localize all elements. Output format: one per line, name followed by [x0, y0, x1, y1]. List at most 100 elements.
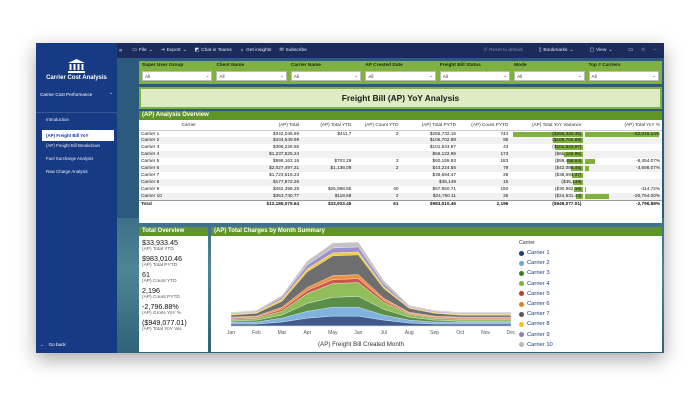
table-cell: Carrier 3 [141, 144, 160, 150]
nav-page-item[interactable]: (AP) Freight Bill YoY [42, 130, 114, 141]
table-row[interactable]: Carrier 6 $2,027,497.31 $1,138.09 2 $43,224.… [139, 165, 662, 172]
column-header[interactable]: (AP) Total YoY % [583, 120, 662, 131]
slicer: Client Name All ⌄ [216, 63, 287, 82]
table-row[interactable]: Carrier 2 $434,549.99 $106,702.88 95 ($106,7… [139, 137, 662, 145]
x-tick-label: May [328, 330, 338, 336]
table-cell: 40 [393, 185, 399, 191]
table-cell: 15 [457, 178, 511, 186]
comment-icon[interactable]: ▭ [628, 48, 633, 53]
slicer-dropdown[interactable]: All ⌄ [439, 71, 511, 81]
table-row[interactable]: Carrier 5 $999,163.16 $703.29 3 $60,159.93 18… [139, 158, 662, 165]
slicer-dropdown[interactable]: All ⌄ [365, 71, 436, 81]
export-menu[interactable]: ⇥ Export ⌄ [161, 48, 187, 53]
chevron-down-icon: ⌄ [279, 73, 284, 78]
nav-page-item[interactable]: Raw Charge Analysis [46, 169, 88, 174]
slicer-dropdown[interactable]: All ⌄ [142, 71, 213, 81]
table-cell: 43 [503, 144, 509, 150]
table-row[interactable]: Carrier 9 $452,398.29 $26,988.55 40 $57,950.… [139, 186, 662, 193]
bookmarks-menu[interactable]: ▯ Bookmarks ⌄ [539, 48, 574, 53]
file-menu[interactable]: ▭ File ⌄ [132, 48, 152, 53]
slicer: Super User Group All ⌄ [142, 63, 213, 82]
column-header[interactable]: Carrier [139, 120, 239, 131]
nav-page-item[interactable]: (AP) Freight Bill Breakdown [46, 143, 100, 148]
legend-item[interactable]: Carrier 8 [519, 319, 659, 329]
variance-cell: ($255,320.45) [510, 130, 583, 137]
cell-value: ($24,631.43) [554, 192, 582, 198]
column-header[interactable]: (AP) Count YTD [353, 120, 401, 131]
chevron-down-icon: ⌄ [569, 48, 574, 53]
cell-value: -3,698.07% [636, 165, 660, 171]
x-tick-label: Sep [430, 330, 439, 336]
column-header[interactable]: (AP) Count PYTD [457, 120, 511, 131]
reset-to-default-button[interactable]: ↺ Reset to default [483, 48, 523, 53]
nav-group-header[interactable]: Carrier Cost Performance ⌃ [40, 92, 113, 98]
table-cell: $101,543.97 [429, 144, 456, 150]
mail-icon: ✉ [279, 48, 284, 53]
legend-item[interactable]: Carrier 6 [519, 299, 659, 309]
column-header[interactable]: (AP) Total PYTD [400, 120, 458, 131]
slicer-value: All [368, 73, 374, 79]
legend-item[interactable]: Carrier 4 [519, 279, 659, 289]
column-header[interactable]: (AP) Total [238, 120, 302, 131]
chevron-down-icon: ⌄ [182, 48, 187, 53]
column-header[interactable]: (AP) Total YoY Variance [510, 120, 584, 131]
star-icon[interactable]: ☆ [641, 48, 645, 53]
nav-page-item[interactable]: Fuel Surcharge Analysis [46, 156, 93, 161]
legend-item[interactable]: Carrier 9 [519, 330, 659, 340]
nav-page-item[interactable]: Introduction [46, 117, 69, 122]
legend-item[interactable]: Carrier 2 [519, 258, 659, 268]
column-header[interactable]: (AP) Total YTD [301, 120, 354, 131]
yoy-table: Carrier (AP) Total (AP) Total YTD (AP) Coun… [139, 120, 662, 208]
slicer-label: Client Name [216, 63, 245, 68]
subscribe-button[interactable]: ✉ Subscribe [279, 48, 306, 53]
slicer-value: All [517, 73, 523, 79]
x-tick-label: Jun [354, 330, 362, 336]
x-tick-label: Jul [381, 330, 387, 336]
kpi-card: $983,010.46 (AP) Total PYTD [139, 254, 208, 268]
table-row[interactable]: Carrier 10 $363,740.77 $118.68 2 $24,750.11 2… [139, 192, 662, 201]
stacked-area-chart[interactable]: Jan Feb Mar Apr May Jun Jul Aug Sep Oct Nov Dec [211, 236, 516, 342]
table-cell: $106,702.88 [400, 137, 458, 145]
kpi-card: $33,933.45 (AP) Total YTD [139, 238, 208, 252]
legend-item[interactable]: Carrier 10 [519, 340, 659, 350]
legend-item[interactable]: Carrier 5 [519, 289, 659, 299]
table-cell: $1,138.09 [301, 165, 354, 172]
legend-item[interactable]: Carrier 3 [519, 268, 659, 278]
x-axis-title: (AP) Freight Bill Created Month [318, 341, 404, 348]
table-cell: 173 [457, 151, 511, 159]
collapse-nav-icon[interactable]: « [119, 48, 122, 54]
slicer: Top # Carriers All ⌄ [588, 63, 659, 82]
legend-label: Carrier 3 [527, 270, 550, 277]
more-options-icon[interactable]: ⋯ [653, 48, 658, 53]
go-back-button[interactable]: ← Go back [40, 342, 66, 347]
legend-item[interactable]: Carrier 7 [519, 309, 659, 319]
view-menu[interactable]: ▢ View ⌄ [589, 48, 612, 53]
get-insights-button[interactable]: ☼ Get insights [240, 48, 272, 53]
table-row[interactable]: Carrier 1 $342,046.69 $411.7 2 $255,732.15 74… [139, 130, 662, 137]
table-header-row: Carrier (AP) Total (AP) Total YTD (AP) Coun… [139, 120, 662, 131]
legend-item[interactable]: Carrier 1 [519, 248, 659, 258]
table-row[interactable]: Carrier 8 $177,872.26 $35,149 15 ($35,149) [139, 178, 662, 186]
slicer-value: All [442, 73, 448, 79]
variance-cell: ($101,543.97) [510, 144, 583, 151]
total-overview-card: Total Overview $33,933.45 (AP) Total YTD $… [139, 227, 208, 352]
legend-swatch [519, 250, 524, 256]
slicer-dropdown[interactable]: All ⌄ [514, 71, 585, 81]
slicer-dropdown[interactable]: All ⌄ [588, 71, 659, 81]
data-bar [584, 186, 586, 192]
slicer-value: All [219, 73, 225, 79]
variance-cell: ($42,086.46) [510, 165, 584, 172]
chevron-up-icon[interactable]: ⌃ [109, 92, 113, 98]
slicer-dropdown[interactable]: All ⌄ [290, 71, 362, 81]
table-row[interactable]: Carrier 4 $1,237,525.24 $66,122.95 173 ($66,… [139, 151, 662, 159]
yoy-pct-cell [583, 137, 662, 145]
table-row[interactable]: Carrier 7 $1,723,616.23 $38,694.47 29 ($38,6… [139, 172, 662, 179]
table-cell: $38,694.47 [432, 171, 456, 177]
kpi-value: -2,796.88% [142, 302, 179, 311]
chevron-down-icon: ⌄ [148, 48, 153, 53]
cell-value: -114.72% [640, 185, 660, 191]
chat-in-teams-button[interactable]: ◩ Chat in Teams [195, 48, 232, 53]
table-row[interactable]: Carrier 3 $399,228.55 $101,543.97 43 ($101,5… [139, 144, 662, 151]
table-cell: Carrier 1 [141, 130, 160, 136]
slicer-dropdown[interactable]: All ⌄ [216, 71, 287, 81]
